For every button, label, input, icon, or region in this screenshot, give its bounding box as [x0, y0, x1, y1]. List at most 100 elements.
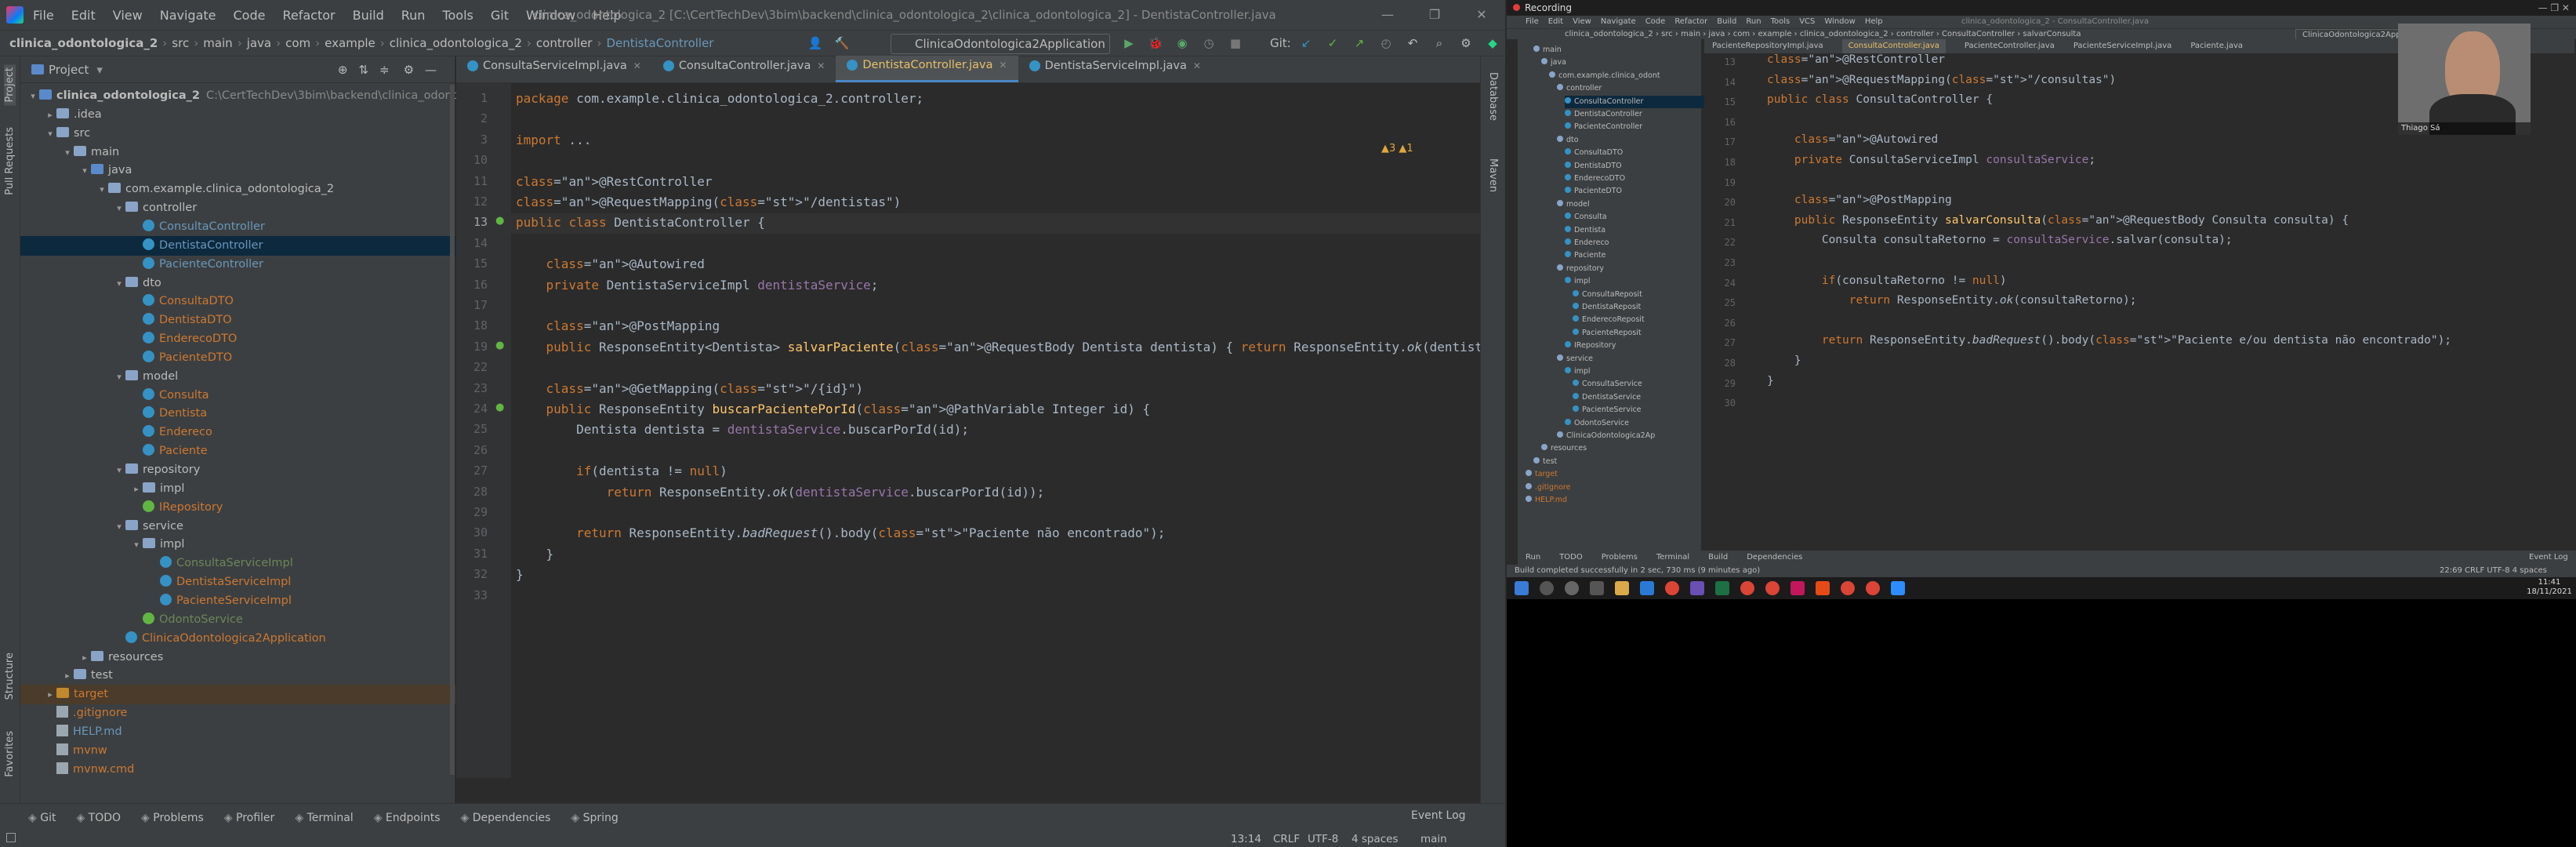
tree-node[interactable]: ConsultaController — [20, 217, 455, 237]
chevron-down-icon[interactable]: ▾ — [113, 274, 125, 293]
tree-scrollbar[interactable] — [450, 85, 455, 775]
breadcrumb-item[interactable]: clinica_odontologica_2 — [9, 36, 158, 50]
tree-node[interactable]: ConsultaDTO — [20, 292, 455, 311]
breadcrumb-item[interactable]: src — [172, 36, 189, 50]
breadcrumb-item[interactable]: java — [247, 36, 271, 50]
stop-icon[interactable]: ■ — [1228, 35, 1243, 51]
chevron-down-icon[interactable]: ▾ — [44, 124, 56, 144]
menu-git[interactable]: Git — [491, 8, 509, 23]
inspection-widget[interactable]: ▲3 ▲1 — [1381, 143, 1413, 154]
breadcrumb-item[interactable]: example — [325, 36, 376, 50]
tree-node[interactable]: ▾ repository — [20, 460, 455, 480]
git-commit-icon[interactable]: ✓ — [1325, 35, 1341, 51]
tree-node[interactable]: PacienteDTO — [20, 348, 455, 368]
tree-node[interactable]: ▾ main — [20, 143, 455, 162]
teams-icon[interactable] — [1690, 581, 1704, 595]
task-view-icon[interactable] — [1590, 581, 1604, 595]
tool-window-dependencies[interactable]: ◈ Dependencies — [461, 812, 551, 824]
search-everywhere-icon[interactable]: ⌕ — [1431, 35, 1447, 51]
menu-run[interactable]: Run — [401, 8, 426, 23]
editor-tab[interactable]: ConsultaServiceImpl.java ✕ — [456, 56, 652, 82]
chevron-down-icon[interactable]: ▾ — [96, 180, 108, 199]
git-update-icon[interactable]: ↙ — [1298, 35, 1314, 51]
search-icon[interactable] — [1540, 581, 1554, 595]
windows-start-icon[interactable] — [1515, 581, 1529, 595]
indent-setting[interactable]: 4 spaces — [1351, 833, 1399, 845]
tree-node[interactable]: DentistaServiceImpl — [20, 573, 455, 592]
tree-node[interactable]: ▾ src — [20, 124, 455, 144]
caret-position[interactable]: 13:14 — [1231, 833, 1261, 845]
tree-node[interactable]: DentistaController — [20, 235, 455, 256]
build-hammer-icon[interactable]: 🔨 — [834, 35, 850, 51]
user-icon[interactable]: 👤 — [807, 35, 823, 51]
chevron-down-icon[interactable]: ▾ — [113, 198, 125, 218]
chevron-down-icon[interactable]: ▾ — [78, 161, 91, 180]
tree-node[interactable]: DentistaDTO — [20, 311, 455, 330]
database-tool-tab[interactable]: Database — [1487, 72, 1499, 121]
chevron-right-icon[interactable]: ▸ — [78, 648, 91, 667]
close-tab-icon[interactable]: ✕ — [817, 60, 825, 71]
tree-node[interactable]: ▸ .idea — [20, 105, 455, 125]
editor-tab[interactable]: ConsultaController.java ✕ — [652, 56, 836, 82]
spring-bean-gutter-icon[interactable]: ● — [495, 215, 504, 227]
tree-node[interactable]: mvnw.cmd — [20, 760, 455, 780]
mail-icon[interactable] — [1640, 581, 1654, 595]
tree-node[interactable]: ▾ model — [20, 367, 455, 387]
menu-build[interactable]: Build — [353, 8, 384, 23]
expand-all-icon[interactable]: ⇅ — [358, 63, 368, 77]
recording-window-controls[interactable]: — ❐ ✕ — [2538, 0, 2570, 16]
tree-node[interactable]: ▸ impl — [20, 479, 455, 499]
coverage-icon[interactable]: ◉ — [1174, 35, 1190, 51]
chrome-icon-2[interactable] — [1740, 581, 1754, 595]
profile-icon[interactable]: ◷ — [1201, 35, 1217, 51]
run-icon[interactable]: ▶ — [1121, 35, 1137, 51]
tree-node[interactable]: ▾ com.example.clinica_odontologica_2 — [20, 180, 455, 199]
tree-node[interactable]: ▾ dto — [20, 274, 455, 293]
chevron-down-icon[interactable]: ▾ — [130, 535, 143, 554]
tree-node[interactable]: HELP.md — [20, 722, 455, 742]
chevron-down-icon[interactable]: ▾ — [61, 143, 74, 162]
intellij-icon[interactable] — [1791, 581, 1805, 595]
tool-window-endpoints[interactable]: ◈ Endpoints — [374, 812, 441, 824]
breadcrumb-item[interactable]: clinica_odontologica_2 — [390, 36, 522, 50]
tool-window-spring[interactable]: ◈ Spring — [571, 812, 618, 824]
tree-node[interactable]: ClinicaOdontologica2Application — [20, 629, 455, 649]
cortana-icon[interactable] — [1565, 581, 1579, 595]
tree-node[interactable]: .gitignore — [20, 703, 455, 723]
tree-node[interactable]: ▾ impl — [20, 535, 455, 554]
chevron-right-icon[interactable]: ▸ — [44, 105, 56, 125]
settings-gear-icon[interactable]: ⚙ — [1458, 35, 1474, 51]
tree-node[interactable]: Paciente — [20, 442, 455, 461]
postman-icon[interactable] — [1816, 581, 1830, 595]
event-log-button[interactable]: Event Log — [1411, 809, 1466, 822]
git-push-icon[interactable]: ↗ — [1351, 35, 1367, 51]
chevron-down-icon[interactable]: ▾ — [113, 367, 125, 387]
chevron-right-icon[interactable]: ▸ — [44, 685, 56, 704]
minimize-icon[interactable]: — — [1364, 0, 1411, 30]
tool-window-profiler[interactable]: ◈ Profiler — [224, 812, 275, 824]
chrome-icon-5[interactable] — [1866, 581, 1880, 595]
tree-node[interactable]: Dentista — [20, 404, 455, 424]
chevron-down-icon[interactable]: ▾ — [96, 63, 103, 77]
run-configuration-select[interactable]: ClinicaOdontologica2Application — [891, 34, 1110, 54]
chevron-down-icon[interactable]: ▾ — [113, 517, 125, 536]
hide-icon[interactable]: — — [425, 63, 437, 77]
gear-icon[interactable]: ⚙ — [404, 63, 414, 77]
rollback-icon[interactable]: ↶ — [1405, 35, 1420, 51]
layout-icon[interactable] — [6, 833, 16, 842]
structure-tool-tab[interactable]: Structure — [4, 653, 16, 700]
menu-edit[interactable]: Edit — [71, 8, 96, 23]
project-view-select[interactable]: Project — [49, 63, 89, 77]
file-explorer-icon[interactable] — [1615, 581, 1629, 595]
tree-node[interactable]: ▾ clinica_odontologica_2 C:\CertTechDev\3b… — [20, 86, 484, 106]
restore-icon[interactable]: ❐ — [1411, 0, 1458, 30]
tree-node[interactable]: ▸ test — [20, 666, 455, 685]
chrome-icon-3[interactable] — [1765, 581, 1780, 595]
pull-requests-tool-tab[interactable]: Pull Requests — [4, 127, 16, 195]
spring-bean-gutter-icon[interactable]: ● — [495, 340, 504, 351]
menu-navigate[interactable]: Navigate — [160, 8, 216, 23]
tool-window-terminal[interactable]: ◈ Terminal — [295, 812, 353, 824]
close-icon[interactable]: ✕ — [1458, 0, 1505, 30]
jetbrains-icon[interactable]: ◆ — [1485, 35, 1500, 51]
favorites-tool-tab[interactable]: Favorites — [4, 731, 16, 777]
